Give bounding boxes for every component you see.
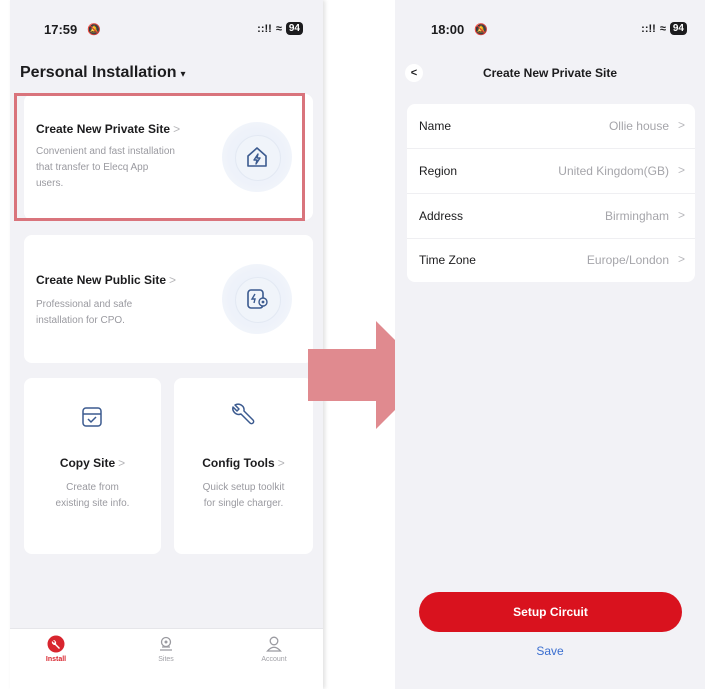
status-icons: ::!! ≈ 94 <box>257 22 303 35</box>
chevron-right-icon: > <box>677 252 685 266</box>
sites-icon <box>160 636 172 651</box>
config-tools-card[interactable]: Config Tools > Quick setup toolkit for si… <box>174 378 313 554</box>
right-phone-screen: 18:00 🔕 ::!! ≈ 94 < Create New Private S… <box>395 0 705 689</box>
silent-bell-icon: 🔕 <box>474 24 488 36</box>
field-label: Address <box>419 209 464 223</box>
field-value: Europe/London <box>586 253 669 267</box>
form-row-name[interactable]: Name Ollie house > <box>407 104 695 149</box>
status-bar: 18:00 🔕 ::!! ≈ 94 <box>395 22 705 42</box>
field-value: Ollie house <box>608 119 669 133</box>
status-icons: ::!! ≈ 94 <box>641 22 687 35</box>
field-label: Region <box>419 164 458 178</box>
form-row-region[interactable]: Region United Kingdom(GB) > <box>407 149 695 194</box>
account-icon <box>266 636 282 652</box>
field-label: Name <box>419 119 452 133</box>
field-value: Birmingham <box>604 209 669 223</box>
card-description: Create from existing site info. <box>55 482 130 509</box>
card-title: Create New Public Site > <box>36 273 177 287</box>
status-time: 18:00 <box>431 22 465 37</box>
tab-bar: Install Sites Account <box>10 628 323 689</box>
save-button[interactable]: Save <box>395 644 705 658</box>
wrench-icon <box>232 403 255 425</box>
caret-down-icon: ▾ <box>180 69 186 80</box>
chevron-right-icon: > <box>677 163 685 177</box>
tab-label: Account <box>261 656 287 663</box>
tab-account[interactable]: Account <box>244 635 304 663</box>
card-description: Quick setup toolkit for single charger. <box>202 482 285 509</box>
wifi-icon: ≈ <box>659 22 666 35</box>
tab-install[interactable]: Install <box>26 635 86 663</box>
chevron-right-icon: > <box>118 456 126 470</box>
tab-label: Install <box>45 656 67 663</box>
chevron-right-icon: > <box>677 118 685 132</box>
wifi-icon: ≈ <box>275 22 282 35</box>
tab-sites[interactable]: Sites <box>136 635 196 663</box>
create-public-site-card[interactable]: Create New Public Site > Professional and… <box>24 235 313 363</box>
form-row-address[interactable]: Address Birmingham > <box>407 194 695 239</box>
installation-mode-dropdown[interactable]: Personal Installation ▾ <box>20 64 186 82</box>
site-form: Name Ollie house > Region United Kingdom… <box>407 104 695 282</box>
charger-icon <box>222 264 292 334</box>
chevron-right-icon: > <box>277 456 285 470</box>
silent-bell-icon: 🔕 <box>87 24 101 36</box>
battery-icon: 94 <box>285 22 303 35</box>
page-title: Personal Installation <box>20 64 177 81</box>
card-description: Professional and safe installation for C… <box>36 299 133 326</box>
tab-label: Sites <box>158 656 174 663</box>
signal-icon: ::!! <box>257 22 272 35</box>
card-title: Copy Site > <box>59 456 126 470</box>
highlight-box <box>14 93 305 221</box>
page-title: Create New Private Site <box>482 66 618 80</box>
copy-site-card[interactable]: Copy Site > Create from existing site inf… <box>24 378 161 554</box>
form-row-time-zone[interactable]: Time Zone Europe/London > <box>407 238 695 282</box>
chevron-right-icon: > <box>169 273 177 287</box>
field-label: Time Zone <box>419 253 476 267</box>
setup-circuit-button[interactable]: Setup Circuit <box>419 592 682 632</box>
left-phone-screen: 17:59 🔕 ::!! ≈ 94 Personal Installation ▾… <box>10 0 323 689</box>
copy-site-icon <box>82 407 102 427</box>
card-title: Config Tools > <box>202 456 285 470</box>
battery-icon: 94 <box>669 22 687 35</box>
chevron-right-icon: > <box>677 208 685 222</box>
field-value: United Kingdom(GB) <box>558 164 669 178</box>
install-icon <box>47 635 65 653</box>
signal-icon: ::!! <box>641 22 656 35</box>
status-bar: 17:59 🔕 ::!! ≈ 94 <box>10 22 323 42</box>
status-time: 17:59 <box>44 22 78 37</box>
